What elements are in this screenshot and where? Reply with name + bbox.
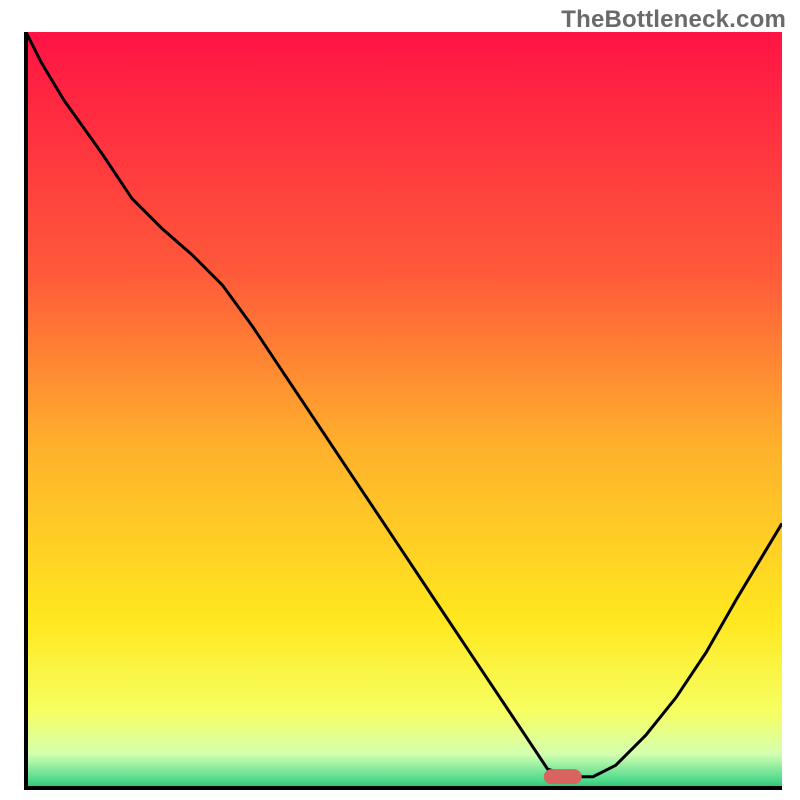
watermark-label: TheBottleneck.com bbox=[561, 6, 786, 34]
bottleneck-chart bbox=[0, 0, 800, 800]
plot-background bbox=[26, 32, 782, 788]
chart-container: TheBottleneck.com bbox=[0, 0, 800, 800]
optimum-marker bbox=[544, 769, 582, 784]
